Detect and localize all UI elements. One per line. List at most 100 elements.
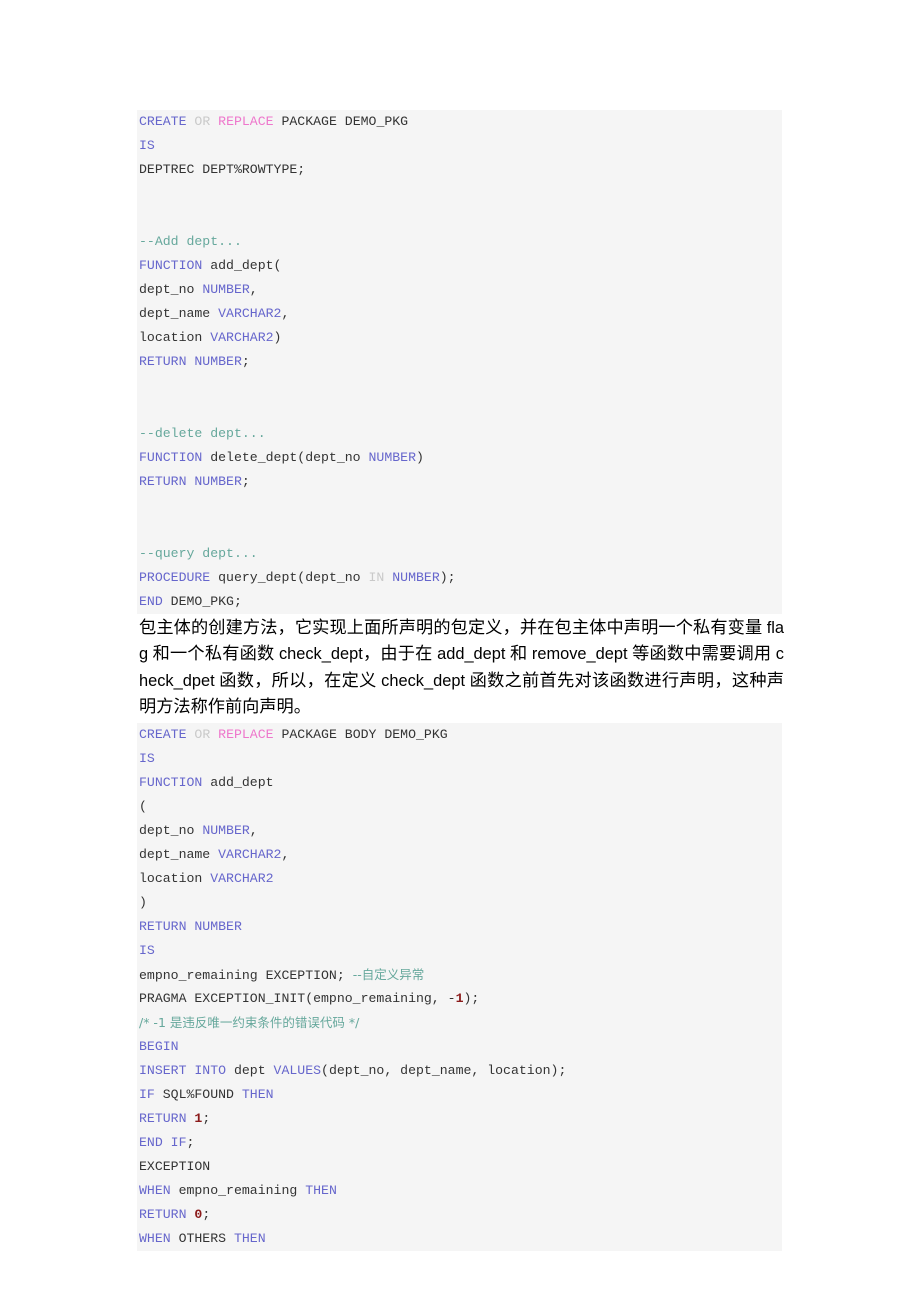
code-line: location VARCHAR2 bbox=[137, 867, 782, 891]
identifier-text: add_dept bbox=[437, 645, 506, 664]
document-content: CREATE OR REPLACE PACKAGE DEMO_PKG IS DEPT… bbox=[137, 110, 784, 1251]
code-token: CREATE bbox=[139, 114, 187, 129]
code-token: --Add dept... bbox=[139, 234, 242, 249]
code-token: PRAGMA EXCEPTION_INIT(empno_remaining, - bbox=[139, 990, 456, 1006]
code-token: OR bbox=[194, 114, 211, 129]
code-token: EXCEPTION bbox=[139, 1158, 211, 1174]
code-token: ); bbox=[439, 570, 456, 585]
code-token: VALUES bbox=[273, 1062, 322, 1078]
code-token: VARCHAR2 bbox=[218, 306, 282, 321]
code-token: IS bbox=[139, 942, 155, 958]
code-token: DEPTREC DEPT%ROWTYPE; bbox=[139, 162, 306, 177]
code-token: dept_name bbox=[139, 846, 219, 862]
code-token: add_dept bbox=[202, 774, 274, 790]
code-line: RETURN 1; bbox=[137, 1107, 782, 1131]
code-token: VARCHAR2 bbox=[218, 846, 282, 862]
code-line: IS bbox=[137, 747, 782, 771]
code-token: , bbox=[249, 282, 258, 297]
code-token: THEN bbox=[241, 1086, 274, 1102]
code-token: INSERT INTO bbox=[139, 1062, 227, 1078]
prose-text: 等函数中需要调用 bbox=[627, 644, 776, 664]
code-token: RETURN bbox=[139, 1110, 187, 1126]
code-token: ; bbox=[241, 474, 250, 489]
document-page: CREATE OR REPLACE PACKAGE DEMO_PKG IS DEPT… bbox=[0, 0, 920, 1302]
code-line: --query dept... bbox=[137, 542, 782, 566]
prose-text: 和 bbox=[505, 644, 532, 664]
code-token: dept_name bbox=[139, 306, 219, 321]
code-token: empno_remaining bbox=[170, 1182, 306, 1198]
code-token: ; bbox=[186, 1134, 195, 1150]
code-token: RETURN bbox=[139, 1206, 187, 1222]
code-token: ) bbox=[139, 894, 147, 910]
code-line: --delete dept... bbox=[137, 422, 782, 446]
code-token: , bbox=[281, 306, 290, 321]
code-line: IS bbox=[137, 134, 782, 158]
code-token: REPLACE bbox=[218, 726, 274, 742]
code-line: RETURN NUMBER; bbox=[137, 470, 782, 494]
code-token: PROCEDURE bbox=[139, 570, 211, 585]
code-line: IS bbox=[137, 939, 782, 963]
code-token: WHEN bbox=[139, 1230, 171, 1246]
code-line: dept_no NUMBER, bbox=[137, 819, 782, 843]
identifier-text: check_dept bbox=[278, 645, 363, 664]
code-line: dept_no NUMBER, bbox=[137, 278, 782, 302]
code-token: SQL%FOUND bbox=[154, 1086, 242, 1102]
code-token: add_dept( bbox=[202, 258, 282, 273]
code-token: dept bbox=[226, 1062, 274, 1078]
code-line: IF SQL%FOUND THEN bbox=[137, 1083, 782, 1107]
code-token: NUMBER bbox=[392, 570, 440, 585]
code-token: ) bbox=[273, 330, 282, 345]
code-token: location bbox=[139, 330, 211, 345]
code-line: /* -1 是违反唯一约束条件的错误代码 */ bbox=[137, 1011, 782, 1035]
code-line: END DEMO_PKG; bbox=[137, 590, 782, 614]
code-line: --Add dept... bbox=[137, 230, 782, 254]
code-token: OR bbox=[194, 726, 211, 742]
code-line: location VARCHAR2) bbox=[137, 326, 782, 350]
code-line: FUNCTION delete_dept(dept_no NUMBER) bbox=[137, 446, 782, 470]
code-line: RETURN NUMBER bbox=[137, 915, 782, 939]
code-line: EXCEPTION bbox=[137, 1155, 782, 1179]
code-token: IS bbox=[139, 750, 155, 766]
code-token: THEN bbox=[305, 1182, 337, 1198]
code-line: PRAGMA EXCEPTION_INIT(empno_remaining, -… bbox=[137, 987, 782, 1011]
code-token: empno_remaining EXCEPTION; bbox=[139, 967, 353, 983]
prose-text: 包主体的创建方法，它实现上面所声明的包定义，并在包主体中声明一个私有变量 bbox=[139, 618, 767, 637]
code-line: ) bbox=[137, 891, 782, 915]
code-token: FUNCTION bbox=[139, 258, 203, 273]
code-token: ( bbox=[139, 798, 147, 814]
code-line: FUNCTION add_dept( bbox=[137, 254, 782, 278]
code-token: IS bbox=[139, 138, 155, 153]
identifier-text: check_dept bbox=[381, 671, 466, 690]
code-token: WHEN bbox=[139, 1182, 171, 1198]
code-token: ) bbox=[416, 450, 424, 465]
code-token: (dept_no, dept_name, location); bbox=[321, 1062, 567, 1078]
code-line: END IF; bbox=[137, 1131, 782, 1155]
code-line: RETURN 0; bbox=[137, 1203, 782, 1227]
code-line: CREATE OR REPLACE PACKAGE BODY DEMO_PKG bbox=[137, 723, 782, 747]
code-line: PROCEDURE query_dept(dept_no IN NUMBER); bbox=[137, 566, 782, 590]
code-token: ); bbox=[463, 990, 480, 1006]
code-token: --自定义异常 bbox=[352, 966, 425, 982]
code-line: WHEN empno_remaining THEN bbox=[137, 1179, 782, 1203]
code-token: VARCHAR2 bbox=[210, 330, 274, 345]
code-token: /* -1 是违反唯一约束条件的错误代码 */ bbox=[139, 1014, 360, 1030]
code-token: dept_no bbox=[139, 822, 203, 838]
code-line: RETURN NUMBER; bbox=[137, 350, 782, 374]
prose-text: 和一个私有函数 bbox=[148, 644, 279, 664]
code-token: IN bbox=[368, 570, 385, 585]
code-token: NUMBER bbox=[368, 450, 416, 465]
code-line: INSERT INTO dept VALUES(dept_no, dept_na… bbox=[137, 1059, 782, 1083]
prose-text: 函数，所以，在定义 bbox=[214, 670, 382, 690]
code-token: delete_dept(dept_no bbox=[202, 450, 369, 465]
code-line: CREATE OR REPLACE PACKAGE DEMO_PKG bbox=[137, 110, 782, 134]
code-token: THEN bbox=[233, 1230, 266, 1246]
code-token: --query dept... bbox=[139, 546, 258, 561]
code-token: , bbox=[281, 846, 290, 862]
code-token: RETURN NUMBER bbox=[139, 474, 242, 489]
code-token: END IF bbox=[139, 1134, 187, 1150]
code-block-package-body: CREATE OR REPLACE PACKAGE BODY DEMO_PKG I… bbox=[137, 722, 782, 1251]
